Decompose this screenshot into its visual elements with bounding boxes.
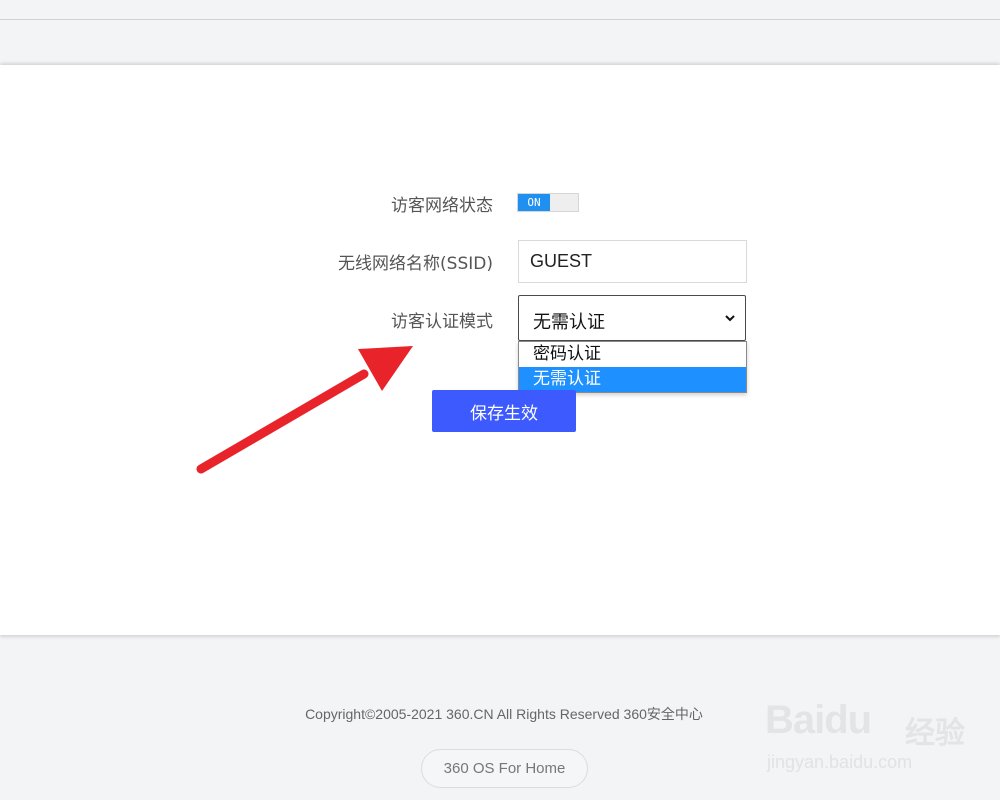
watermark-url: jingyan.baidu.com xyxy=(767,752,913,772)
auth-mode-value: 无需认证 xyxy=(533,312,605,333)
os-version-pill[interactable]: 360 OS For Home xyxy=(421,749,588,788)
copyright-text: Copyright©2005-2021 360.CN All Rights Re… xyxy=(305,706,703,722)
auth-mode-dropdown: 密码认证 无需认证 xyxy=(518,341,747,393)
ssid-label: 无线网络名称(SSID) xyxy=(338,254,493,274)
guest-status-toggle[interactable]: ON xyxy=(517,193,579,212)
chevron-down-icon xyxy=(725,315,735,322)
toggle-on-label: ON xyxy=(518,194,550,211)
auth-option-password[interactable]: 密码认证 xyxy=(519,342,746,367)
settings-card xyxy=(0,65,1000,635)
save-button[interactable]: 保存生效 xyxy=(432,390,576,432)
auth-mode-label: 访客认证模式 xyxy=(391,312,493,332)
auth-option-none[interactable]: 无需认证 xyxy=(519,367,746,392)
guest-status-label: 访客网络状态 xyxy=(391,196,493,216)
auth-mode-select[interactable]: 无需认证 xyxy=(518,295,746,341)
ssid-input[interactable] xyxy=(518,240,747,283)
top-band xyxy=(0,0,1000,65)
top-divider xyxy=(0,19,1000,20)
